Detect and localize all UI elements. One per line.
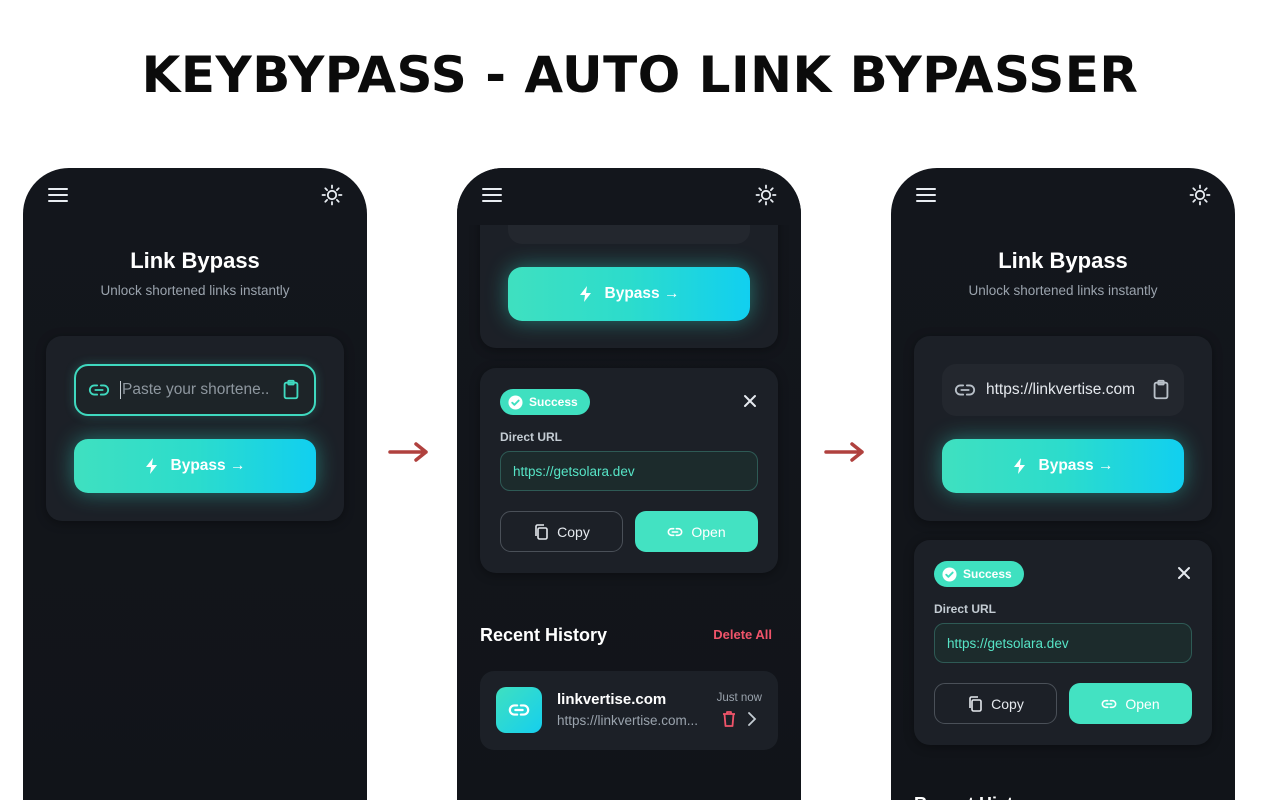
open-button[interactable]: Open <box>635 511 758 552</box>
app-title: Link Bypass <box>130 248 260 273</box>
sun-icon[interactable] <box>1189 184 1211 206</box>
bypass-button[interactable]: Bypass → <box>942 439 1184 493</box>
menu-icon[interactable] <box>481 184 503 206</box>
menu-icon[interactable] <box>915 184 937 206</box>
phone-screen-input: Link Bypass Unlock shortened links insta… <box>23 168 367 800</box>
bypass-button[interactable]: Bypass → <box>508 267 750 321</box>
bypass-button[interactable]: Bypass → <box>74 439 316 493</box>
direct-url-field[interactable]: https://getsolara.dev <box>934 623 1192 663</box>
clipboard-icon[interactable] <box>280 379 302 401</box>
link-icon <box>667 527 683 536</box>
phone-screen-filled-result: Link Bypass Unlock shortened links insta… <box>891 168 1235 800</box>
history-item-thumbnail <box>496 687 542 733</box>
history-title-cut-off: Recent History <box>914 794 1041 800</box>
arrow-right-icon <box>388 442 428 462</box>
clipboard-icon[interactable] <box>1150 379 1172 401</box>
copy-icon <box>535 523 548 540</box>
link-icon <box>508 704 530 716</box>
url-placeholder: Paste your shortene... <box>120 381 270 399</box>
close-icon[interactable] <box>1176 565 1192 581</box>
url-input[interactable]: https://linkvertise.com <box>942 364 1184 416</box>
status-badge: Success <box>934 561 1024 587</box>
status-badge-label: Success <box>963 567 1012 581</box>
copy-icon <box>969 695 982 712</box>
history-item-time: Just now <box>716 692 762 704</box>
link-icon <box>1101 699 1117 708</box>
app-subtitle: Unlock shortened links instantly <box>968 283 1158 298</box>
bypass-card: Paste your shortene... Bypass → <box>46 336 344 521</box>
url-value: https://linkvertise.com <box>986 381 1136 398</box>
open-button-label: Open <box>1125 695 1160 712</box>
menu-icon[interactable] <box>47 184 69 206</box>
link-icon <box>954 384 976 396</box>
direct-url-field[interactable]: https://getsolara.dev <box>500 451 758 491</box>
chevron-right-icon[interactable] <box>746 712 758 726</box>
bypass-button-label: Bypass → <box>1038 457 1114 474</box>
open-button[interactable]: Open <box>1069 683 1192 724</box>
bypass-card: https://linkvertise.com Bypass → <box>914 336 1212 521</box>
top-bar <box>457 168 801 225</box>
phone-screen-result-history: Bypass → Success Direct URL https://gets… <box>457 168 801 800</box>
app-title: Link Bypass <box>998 248 1128 273</box>
copy-button-label: Copy <box>557 523 590 540</box>
bolt-icon <box>1013 458 1025 474</box>
history-title: Recent History <box>480 625 608 645</box>
status-badge-label: Success <box>529 395 578 409</box>
bolt-icon <box>579 286 591 302</box>
status-badge: Success <box>500 389 590 415</box>
direct-url-label: Direct URL <box>934 602 997 616</box>
result-card: Success Direct URL https://getsolara.dev… <box>480 368 778 573</box>
copy-button-label: Copy <box>991 695 1024 712</box>
bolt-icon <box>145 458 157 474</box>
direct-url-label: Direct URL <box>500 430 563 444</box>
close-icon[interactable] <box>742 393 758 409</box>
app-subtitle: Unlock shortened links instantly <box>100 283 290 298</box>
result-card: Success Direct URL https://getsolara.dev… <box>914 540 1212 745</box>
bypass-button-label: Bypass → <box>604 285 680 302</box>
open-button-label: Open <box>691 523 726 540</box>
sun-icon[interactable] <box>755 184 777 206</box>
check-circle-icon <box>508 394 523 410</box>
link-icon <box>88 384 110 396</box>
bypass-button-label: Bypass → <box>170 457 246 474</box>
arrow-right-icon <box>824 442 864 462</box>
delete-all-button[interactable]: Delete All <box>713 627 772 642</box>
trash-icon[interactable] <box>721 710 737 728</box>
sun-icon[interactable] <box>321 184 343 206</box>
check-circle-icon <box>942 566 957 582</box>
page-headline: KEYBYPASS - AUTO LINK BYPASSER <box>141 46 1139 104</box>
history-item[interactable]: linkvertise.com https://linkvertise.com.… <box>480 671 778 750</box>
copy-button[interactable]: Copy <box>500 511 623 552</box>
copy-button[interactable]: Copy <box>934 683 1057 724</box>
history-item-url: https://linkvertise.com... <box>557 713 699 728</box>
history-item-name: linkvertise.com <box>557 691 667 708</box>
url-input[interactable]: Paste your shortene... <box>74 364 316 416</box>
